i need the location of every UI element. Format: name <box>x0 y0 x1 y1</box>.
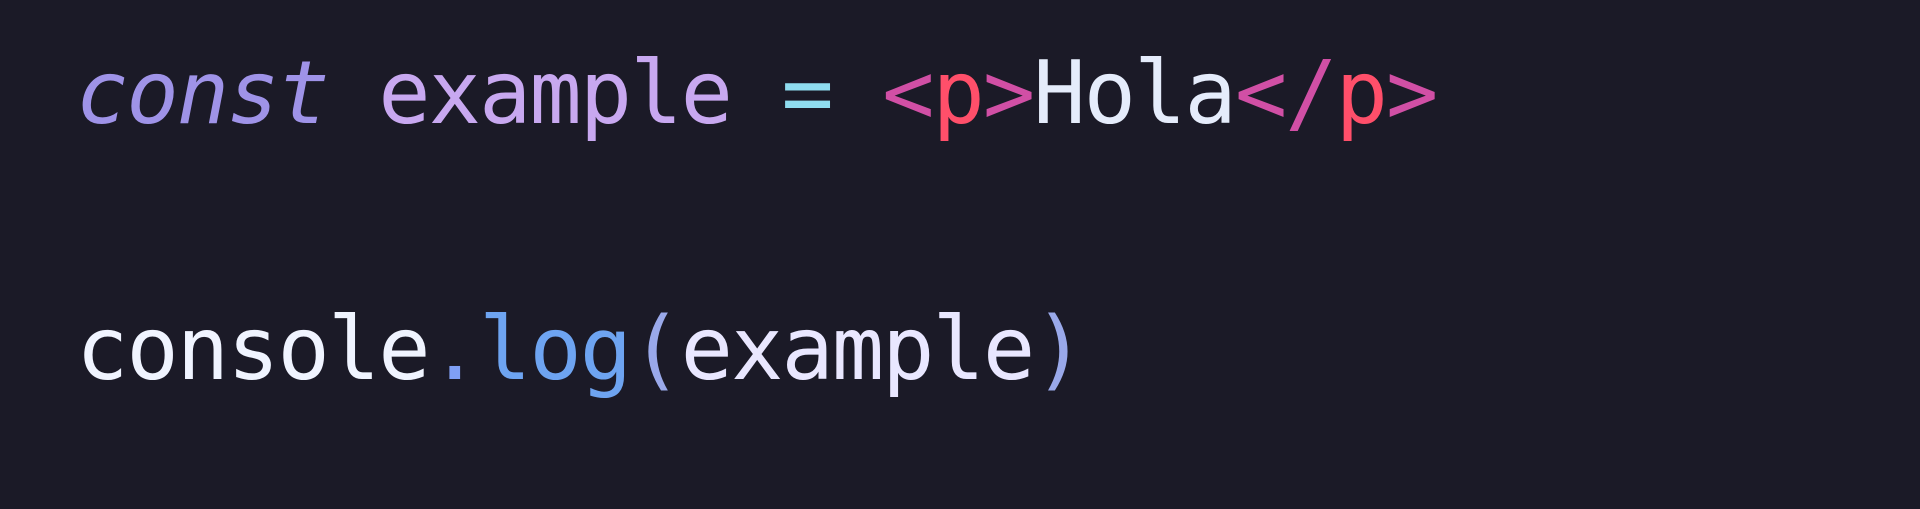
open-tag-name: p <box>932 42 985 144</box>
member-dot: . <box>428 298 481 400</box>
example-identifier: example <box>378 42 733 144</box>
log-method: log <box>479 298 632 400</box>
open-tag-start: < <box>882 42 934 144</box>
console-object: console <box>76 298 431 400</box>
open-paren: ( <box>630 298 682 400</box>
close-tag-end: > <box>1385 42 1438 144</box>
jsx-text-content: Hola <box>1033 42 1237 144</box>
close-tag-start: </ <box>1234 42 1338 144</box>
code-editor[interactable]: const example = <p>Hola</p> console.log(… <box>0 0 1920 509</box>
const-keyword: const <box>76 42 330 144</box>
code-line-1[interactable]: const example = <p>Hola</p> <box>76 50 1438 137</box>
open-tag-end: > <box>982 42 1035 144</box>
code-line-3[interactable]: console.log(example) <box>76 306 1086 393</box>
close-paren: ) <box>1033 298 1085 400</box>
log-argument: example <box>680 298 1036 400</box>
close-tag-name: p <box>1335 42 1388 144</box>
assignment-operator: = <box>781 42 833 144</box>
